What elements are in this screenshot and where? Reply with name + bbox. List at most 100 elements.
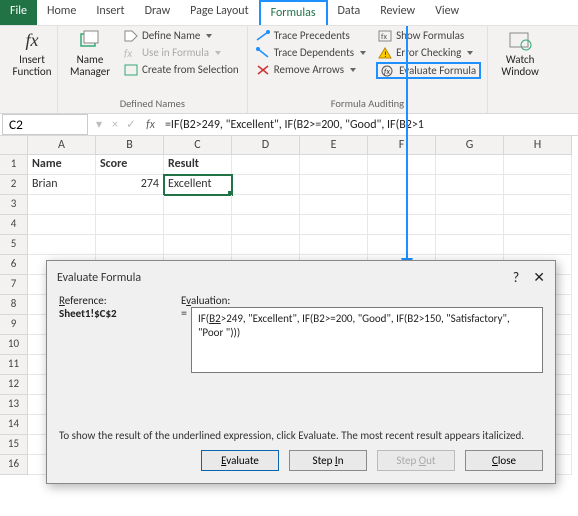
cell[interactable] — [504, 155, 572, 175]
cell[interactable] — [436, 175, 504, 195]
evaluation-box[interactable]: IF(B2>249, "Excellent", IF(B2>=200, "Goo… — [191, 307, 543, 373]
cell[interactable] — [300, 235, 368, 255]
cell[interactable] — [96, 195, 164, 215]
cell[interactable] — [28, 215, 96, 235]
cell[interactable]: Name — [28, 155, 96, 175]
col-header[interactable]: H — [504, 136, 572, 155]
cell[interactable]: Result — [164, 155, 232, 175]
col-header[interactable]: G — [436, 136, 504, 155]
close-icon[interactable]: ✕ — [533, 269, 545, 286]
cell[interactable] — [232, 235, 300, 255]
use-in-formula-button[interactable]: fx Use in Formula — [122, 45, 241, 60]
tab-view[interactable]: View — [425, 0, 469, 25]
col-header[interactable]: C — [164, 136, 232, 155]
fx-label[interactable]: fx — [140, 118, 161, 132]
cell[interactable]: 274 — [96, 175, 164, 195]
col-header[interactable]: E — [300, 136, 368, 155]
cell[interactable] — [232, 155, 300, 175]
row-header[interactable]: 8 — [0, 295, 28, 315]
cell[interactable] — [504, 195, 572, 215]
row-header[interactable]: 6 — [0, 255, 28, 275]
cell[interactable] — [96, 235, 164, 255]
watch-window-button[interactable]: Watch Window — [494, 28, 546, 77]
evaluate-button[interactable]: Evaluate — [201, 450, 279, 471]
create-from-selection-button[interactable]: Create from Selection — [122, 62, 241, 77]
select-all-corner[interactable] — [0, 136, 28, 155]
cell[interactable] — [28, 235, 96, 255]
col-header[interactable]: B — [96, 136, 164, 155]
cell[interactable] — [504, 175, 572, 195]
close-button[interactable]: Close — [465, 450, 543, 471]
cell[interactable] — [368, 195, 436, 215]
dialog-titlebar[interactable]: Evaluate Formula ? ✕ — [47, 261, 555, 290]
cell[interactable] — [164, 215, 232, 235]
error-checking-button[interactable]: ! Error Checking — [376, 45, 481, 60]
cell[interactable] — [368, 235, 436, 255]
cell[interactable] — [300, 175, 368, 195]
cell[interactable] — [368, 215, 436, 235]
row-header[interactable]: 9 — [0, 315, 28, 335]
cell[interactable] — [504, 235, 572, 255]
row-header[interactable]: 10 — [0, 335, 28, 355]
tab-insert[interactable]: Insert — [86, 0, 134, 25]
name-manager-button[interactable]: Name Manager — [64, 28, 116, 77]
cell[interactable] — [300, 215, 368, 235]
row-header[interactable]: 7 — [0, 275, 28, 295]
tab-pagelayout[interactable]: Page Layout — [180, 0, 258, 25]
row-header[interactable]: 4 — [0, 215, 28, 235]
row-header[interactable]: 13 — [0, 395, 28, 415]
cell[interactable] — [232, 215, 300, 235]
insert-function-button[interactable]: fx Insert Function — [6, 28, 58, 77]
cell[interactable] — [436, 155, 504, 175]
show-formulas-button[interactable]: fx Show Formulas — [376, 28, 481, 43]
cell[interactable] — [232, 175, 300, 195]
defined-names-caption: Defined Names — [64, 95, 241, 113]
tab-formulas[interactable]: Formulas — [259, 0, 328, 25]
row-header[interactable]: 12 — [0, 375, 28, 395]
cell[interactable] — [368, 175, 436, 195]
row-header[interactable]: 5 — [0, 235, 28, 255]
row-header[interactable]: 1 — [0, 155, 28, 175]
col-header[interactable]: D — [232, 136, 300, 155]
cell[interactable] — [232, 195, 300, 215]
col-header[interactable]: A — [28, 136, 96, 155]
name-box[interactable] — [2, 114, 88, 135]
tab-home[interactable]: Home — [37, 0, 86, 25]
row-header[interactable]: 14 — [0, 415, 28, 435]
row-header[interactable]: 2 — [0, 175, 28, 195]
cell[interactable] — [300, 195, 368, 215]
cell[interactable] — [164, 235, 232, 255]
row-header[interactable]: 3 — [0, 195, 28, 215]
row-header[interactable]: 15 — [0, 435, 28, 455]
step-out-button[interactable]: Step Out — [377, 450, 455, 471]
cell[interactable]: Brian — [28, 175, 96, 195]
cell-active[interactable]: Excellent — [164, 175, 232, 195]
cell[interactable] — [96, 215, 164, 235]
cell[interactable] — [436, 235, 504, 255]
cell[interactable] — [504, 215, 572, 235]
cell[interactable] — [436, 215, 504, 235]
remove-arrows-button[interactable]: Remove Arrows — [254, 62, 368, 77]
tab-file[interactable]: File — [0, 0, 37, 25]
tab-review[interactable]: Review — [370, 0, 425, 25]
row-header[interactable]: 11 — [0, 355, 28, 375]
trace-dependents-button[interactable]: Trace Dependents — [254, 45, 368, 60]
tab-data[interactable]: Data — [328, 0, 371, 25]
cell[interactable] — [300, 155, 368, 175]
col-header[interactable]: F — [368, 136, 436, 155]
cell[interactable] — [368, 155, 436, 175]
define-name-button[interactable]: Define Name — [122, 28, 241, 43]
cell[interactable] — [164, 195, 232, 215]
trace-precedents-button[interactable]: Trace Precedents — [254, 28, 368, 43]
cell[interactable]: Score — [96, 155, 164, 175]
tab-draw[interactable]: Draw — [135, 0, 181, 25]
cell[interactable] — [436, 195, 504, 215]
evaluate-formula-button[interactable]: fx Evaluate Formula — [376, 62, 481, 79]
cell[interactable] — [28, 195, 96, 215]
evaluate-formula-icon: fx — [381, 65, 395, 77]
row-header[interactable]: 16 — [0, 455, 28, 475]
help-icon[interactable]: ? — [513, 269, 520, 286]
formula-input[interactable]: =IF(B2>249, "Excellent", IF(B2>=200, "Go… — [161, 118, 578, 132]
step-in-button[interactable]: Step In — [289, 450, 367, 471]
worksheet-grid[interactable]: A B C D E F G H 1 Name Score Result 2 Br… — [0, 136, 578, 195]
